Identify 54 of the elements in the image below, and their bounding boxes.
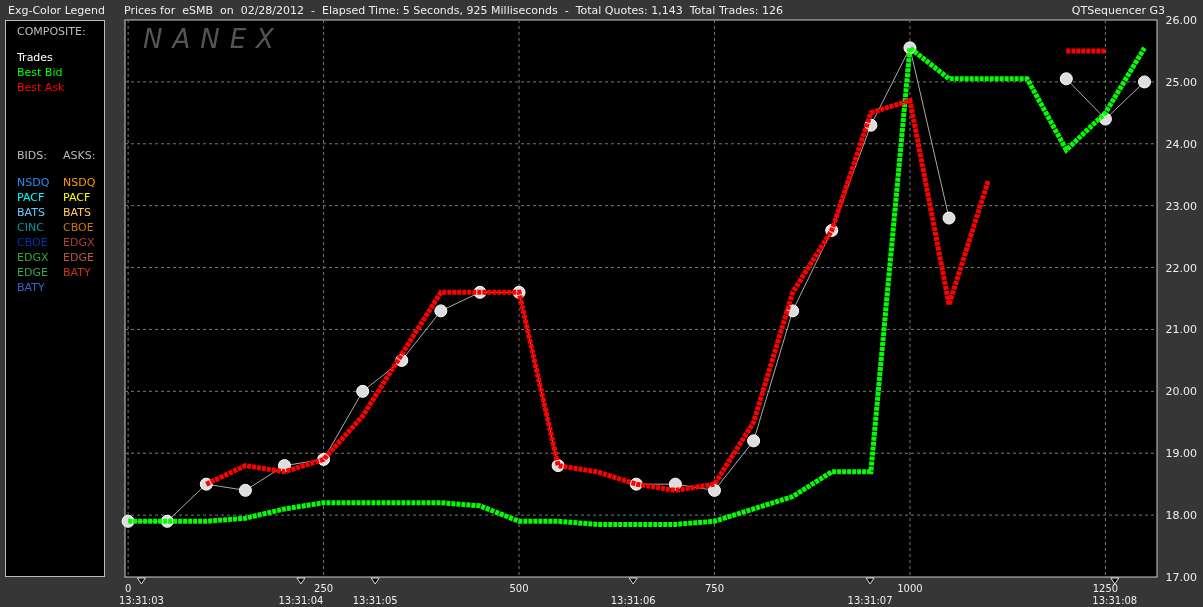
- time-label: 13:31:07: [847, 595, 893, 606]
- x-axis-label: 250: [314, 583, 334, 594]
- time-label: 13:31:03: [118, 595, 164, 606]
- legend-label: Trades: [17, 51, 54, 65]
- app-name: QTSequencer G3: [1071, 3, 1166, 17]
- point: [747, 434, 761, 448]
- time-label: 13:31:04: [278, 595, 324, 606]
- y-axis-label: 25.00: [1165, 75, 1197, 89]
- legend-label: CBOE: [17, 236, 49, 250]
- legend-label: NSDQ: [17, 176, 51, 190]
- legend-label: PACF: [63, 191, 92, 205]
- y-axis-label: 21.00: [1165, 323, 1197, 337]
- point: [1059, 72, 1073, 86]
- legend-label: EDGE: [63, 251, 95, 265]
- legend-label: Best Ask: [17, 81, 66, 95]
- x-axis-label: 750: [704, 583, 725, 594]
- asks-heading: ASKS:: [63, 149, 97, 163]
- legend-label: PACF: [17, 191, 46, 205]
- point: [434, 304, 448, 318]
- x-axis-label: 1000: [897, 583, 923, 594]
- time-label: 13:31:08: [1092, 595, 1138, 606]
- legend-label: BATY: [17, 281, 46, 295]
- y-axis-label: 17.00: [1165, 571, 1197, 584]
- bids-heading: BIDS:: [17, 149, 48, 163]
- logo-text: NANEX: [143, 24, 284, 54]
- legend-label: BATS: [63, 206, 92, 220]
- legend-label: BATY: [63, 266, 92, 280]
- legend-label: Best Bid: [17, 66, 64, 80]
- legend-label: EDGX: [17, 251, 50, 265]
- point: [942, 211, 956, 225]
- legend-label: EDGE: [17, 266, 49, 280]
- legend-label: CBOE: [63, 221, 95, 235]
- y-axis-label: 24.00: [1165, 137, 1197, 151]
- legend-label: EDGX: [63, 236, 96, 250]
- legend-label: NSDQ: [63, 176, 97, 190]
- y-axis-label: 20.00: [1165, 385, 1197, 399]
- legend-title: Exg-Color Legend: [7, 3, 107, 17]
- legend-label: BATS: [17, 206, 46, 220]
- x-axis-label: 500: [509, 583, 529, 594]
- x-axis-label: 0: [124, 583, 132, 594]
- chart-info: Prices for eSMB on 02/28/2012 - Elapsed Time: 5 Seconds, 925 Milliseconds - Total Quotes: 1,143 Total Trades: 126: [124, 3, 784, 17]
- y-axis-label: 19.00: [1165, 447, 1197, 461]
- y-axis-label: 22.00: [1165, 261, 1197, 275]
- legend-label: CINC: [17, 221, 45, 235]
- point: [238, 483, 252, 497]
- y-axis-label: 26.00: [1165, 14, 1197, 27]
- point: [356, 384, 370, 398]
- time-label: 13:31:05: [352, 595, 398, 606]
- y-axis-label: 18.00: [1165, 509, 1197, 523]
- point: [1137, 75, 1151, 89]
- y-axis-label: 23.00: [1165, 199, 1197, 213]
- composite-heading: COMPOSITE:: [17, 25, 86, 38]
- x-axis-label: 1250: [1092, 583, 1119, 594]
- time-label: 13:31:06: [610, 595, 656, 606]
